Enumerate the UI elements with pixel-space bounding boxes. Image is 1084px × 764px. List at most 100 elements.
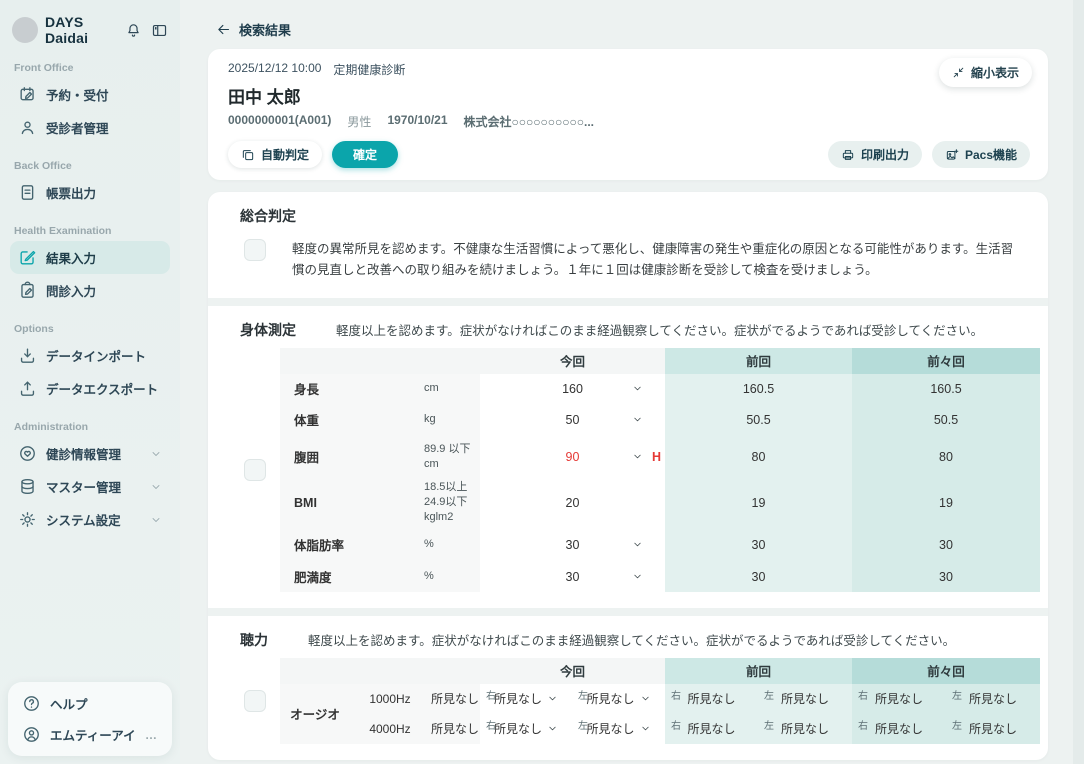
sidebar-section-options: Options bbox=[14, 323, 166, 335]
overall-judgement-title: 総合判定 bbox=[240, 206, 1024, 226]
audio-4000-current-left-select[interactable]: 左 所見なし bbox=[572, 714, 665, 744]
database-icon bbox=[18, 477, 37, 496]
sidebar-item-label: 問診入力 bbox=[46, 281, 96, 300]
sidebar-item-system-settings[interactable]: システム設定 bbox=[10, 503, 170, 536]
sidebar-item-reservation[interactable]: 予約・受付 bbox=[10, 78, 170, 111]
patient-id: 0000000001(A001) bbox=[228, 113, 331, 130]
bell-icon[interactable] bbox=[125, 22, 142, 39]
audio-4000-previous-left: 左 所見なし bbox=[758, 714, 852, 744]
exam-datetime-row: 2025/12/12 10:00 定期健康診断 bbox=[228, 61, 1030, 78]
sidebar-item-label: 健診情報管理 bbox=[46, 444, 121, 463]
obesity-current-select[interactable]: 30 bbox=[480, 562, 665, 592]
collapse-icon bbox=[952, 66, 965, 79]
sidebar-item-report-output[interactable]: 帳票出力 bbox=[10, 176, 170, 209]
chevron-down-icon bbox=[547, 723, 558, 734]
audio-4000-before-previous-right: 右 所見なし bbox=[852, 714, 946, 744]
hearing-table: 今回 前回 前々回 オージオ 1000Hz 所見なし 右 所見なし 左 所見なし bbox=[280, 658, 1040, 744]
help-icon bbox=[22, 694, 41, 713]
weight-previous: 50.5 bbox=[665, 404, 852, 436]
auto-judge-button[interactable]: 自動判定 bbox=[228, 141, 322, 168]
overall-judgement-section: 総合判定 軽度の異常所見を認めます。不健康な生活習慣によって悪化し、健康障害の発… bbox=[208, 192, 1048, 298]
weight-before-previous: 50.5 bbox=[852, 404, 1040, 436]
chevron-down-icon bbox=[632, 539, 643, 550]
audio-criteria: 所見なし bbox=[430, 714, 480, 744]
row-unit: kg bbox=[420, 404, 480, 436]
clipboard-pencil-icon bbox=[18, 281, 37, 300]
sidebar-toggle-icon[interactable] bbox=[151, 22, 168, 39]
hearing-checkbox[interactable] bbox=[244, 690, 266, 712]
height-current-select[interactable]: 160 bbox=[480, 374, 665, 404]
patient-birth-date: 1970/10/21 bbox=[387, 113, 447, 130]
back-to-search-link[interactable]: 検索結果 bbox=[180, 0, 291, 39]
chevron-down-icon bbox=[640, 723, 651, 734]
body-measurement-comment: 軽度以上を認めます。症状がなければこのまま経過観察してください。症状がでるようで… bbox=[336, 320, 983, 339]
account-icon bbox=[22, 725, 41, 744]
chevron-down-icon bbox=[150, 448, 162, 460]
body-measurement-checkbox[interactable] bbox=[244, 459, 266, 481]
results-card: 総合判定 軽度の異常所見を認めます。不健康な生活習慣によって悪化し、健康障害の発… bbox=[208, 192, 1048, 760]
row-unit: % bbox=[420, 562, 480, 592]
more-icon[interactable]: … bbox=[145, 728, 158, 742]
column-header-before-previous: 前々回 bbox=[852, 348, 1040, 374]
sidebar-section-front-office: Front Office bbox=[14, 62, 166, 74]
audio-1000-previous-right: 右 所見なし bbox=[665, 684, 758, 714]
sidebar-section-back-office: Back Office bbox=[14, 160, 166, 172]
help-button[interactable]: ヘルプ bbox=[14, 688, 166, 719]
pacs-button[interactable]: Pacs機能 bbox=[932, 141, 1030, 168]
waist-before-previous: 80 bbox=[852, 436, 1040, 478]
avatar[interactable] bbox=[12, 17, 38, 43]
audio-4000-before-previous-left: 左 所見なし bbox=[946, 714, 1040, 744]
body-fat-previous: 30 bbox=[665, 528, 852, 562]
chevron-down-icon bbox=[150, 481, 162, 493]
image-plus-icon bbox=[945, 148, 959, 162]
sidebar-header: DAYS Daidai bbox=[10, 14, 170, 46]
high-flag: H bbox=[652, 450, 661, 464]
confirm-label: 確定 bbox=[353, 146, 377, 163]
vertical-scrollbar[interactable] bbox=[1073, 0, 1084, 764]
collapse-view-button[interactable]: 縮小表示 bbox=[939, 58, 1032, 87]
auto-judge-icon bbox=[241, 148, 255, 162]
sidebar-item-data-import[interactable]: データインポート bbox=[10, 339, 170, 372]
sidebar-item-exam-info-admin[interactable]: 健診情報管理 bbox=[10, 437, 170, 470]
audio-row-label: オージオ bbox=[280, 684, 350, 744]
sidebar-section-health-examination: Health Examination bbox=[14, 225, 166, 237]
sidebar-item-interview-entry[interactable]: 問診入力 bbox=[10, 274, 170, 307]
sidebar-item-label: データエクスポート bbox=[46, 379, 158, 398]
waist-current-select[interactable]: 90 H bbox=[480, 436, 665, 478]
edit-square-icon bbox=[18, 248, 37, 267]
audio-1000-current-left-select[interactable]: 左 所見なし bbox=[572, 684, 665, 714]
calendar-pencil-icon bbox=[18, 85, 37, 104]
audio-4000-current-right-select[interactable]: 右 所見なし bbox=[480, 714, 572, 744]
sidebar-item-patients[interactable]: 受診者管理 bbox=[10, 111, 170, 144]
back-label: 検索結果 bbox=[239, 20, 291, 39]
row-label: 肥満度 bbox=[280, 562, 420, 592]
column-header-current: 今回 bbox=[480, 348, 665, 374]
section-divider bbox=[208, 298, 1048, 306]
sidebar-item-result-entry[interactable]: 結果入力 bbox=[10, 241, 170, 274]
hearing-section: 聴力 軽度以上を認めます。症状がなければこのまま経過観察してください。症状がでる… bbox=[208, 616, 1048, 760]
column-header-previous: 前回 bbox=[665, 658, 852, 684]
sidebar-item-label: 予約・受付 bbox=[46, 85, 109, 104]
height-previous: 160.5 bbox=[665, 374, 852, 404]
audio-4000-previous-right: 右 所見なし bbox=[665, 714, 758, 744]
body-fat-before-previous: 30 bbox=[852, 528, 1040, 562]
weight-current-select[interactable]: 50 bbox=[480, 404, 665, 436]
confirm-button[interactable]: 確定 bbox=[332, 141, 398, 168]
obesity-before-previous: 30 bbox=[852, 562, 1040, 592]
waist-previous: 80 bbox=[665, 436, 852, 478]
audio-1000-before-previous-left: 左 所見なし bbox=[946, 684, 1040, 714]
account-button[interactable]: エムティーアイシス… … bbox=[14, 719, 166, 750]
body-fat-current-select[interactable]: 30 bbox=[480, 528, 665, 562]
sidebar-item-master-admin[interactable]: マスター管理 bbox=[10, 470, 170, 503]
audio-1000-current-right-select[interactable]: 右 所見なし bbox=[480, 684, 572, 714]
sidebar-item-label: 帳票出力 bbox=[46, 183, 96, 202]
audio-frequency: 4000Hz bbox=[350, 714, 430, 744]
sidebar-item-data-export[interactable]: データエクスポート bbox=[10, 372, 170, 405]
section-divider bbox=[208, 608, 1048, 616]
person-icon bbox=[18, 118, 37, 137]
print-button[interactable]: 印刷出力 bbox=[828, 141, 922, 168]
sidebar-item-label: マスター管理 bbox=[46, 477, 121, 496]
column-header-current: 今回 bbox=[480, 658, 665, 684]
auto-judge-label: 自動判定 bbox=[261, 146, 309, 163]
overall-judgement-checkbox[interactable] bbox=[244, 239, 266, 261]
